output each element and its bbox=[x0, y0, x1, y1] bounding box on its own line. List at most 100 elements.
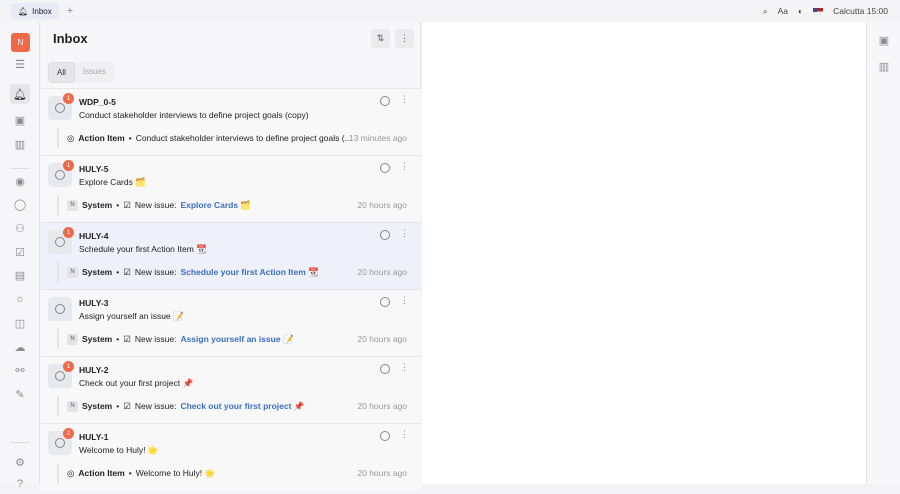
notification-message: N System • ☑ New issue: Check out your first … bbox=[57, 396, 415, 416]
inbox-panel: Inbox ⇅ ⋮ All Issues 1 WDP_0-5 Conduct s… bbox=[41, 22, 421, 490]
menu-icon[interactable]: ☰ bbox=[10, 54, 30, 74]
filter-settings-button[interactable]: ⇅ bbox=[371, 29, 390, 48]
team-icon[interactable]: ⚇ bbox=[10, 218, 30, 238]
timestamp: 20 hours ago bbox=[357, 468, 407, 478]
help-icon[interactable]: ? bbox=[10, 474, 30, 494]
issue-id: HULY-4 bbox=[79, 231, 109, 241]
item-more-button[interactable]: ⋮ bbox=[400, 295, 409, 306]
issue-checkbox-icon: ☑ bbox=[123, 199, 131, 210]
author-name: System bbox=[82, 267, 113, 277]
item-more-button[interactable]: ⋮ bbox=[400, 429, 409, 440]
issue-link[interactable]: Assign yourself an issue 📝 bbox=[180, 334, 293, 345]
theme-toggle-icon[interactable]: ◐ bbox=[798, 6, 803, 16]
issue-title: Schedule your first Action Item 📆 bbox=[79, 244, 207, 254]
author-avatar: N bbox=[67, 266, 78, 278]
issue-link[interactable]: Check out your first project 📌 bbox=[180, 401, 304, 412]
cloud-icon[interactable]: ☁ bbox=[10, 337, 30, 357]
unread-count-badge: 1 bbox=[63, 361, 74, 372]
issue-id: HULY-1 bbox=[79, 432, 109, 442]
author-name: System bbox=[82, 200, 113, 210]
item-type: Action Item bbox=[78, 468, 125, 478]
notification-message: ◎ Action Item • Welcome to Huly! 🌟 20 hours … bbox=[57, 463, 415, 483]
action-item-icon: ◎ bbox=[67, 467, 75, 478]
language-flag-icon[interactable] bbox=[813, 7, 824, 15]
inbox-item[interactable]: 1 HULY-5 Explore Cards 🗂️ ⋮ N System • ☑ New… bbox=[41, 155, 421, 222]
calendar-icon[interactable]: ▣ bbox=[874, 30, 894, 50]
settings-sliders-icon[interactable]: ⚙ bbox=[10, 452, 30, 472]
tab-inbox[interactable]: 🔔︎ Inbox bbox=[11, 3, 59, 19]
workspace-avatar[interactable]: N bbox=[11, 33, 30, 52]
more-options-button[interactable]: ⋮ bbox=[395, 29, 414, 48]
search-icon[interactable]: ⌕ bbox=[763, 6, 768, 17]
issue-title: Explore Cards 🗂️ bbox=[79, 177, 146, 187]
sun-icon[interactable]: ☼ bbox=[10, 289, 30, 309]
filter-tabs: All Issues bbox=[48, 62, 115, 83]
office-icon[interactable]: ▥ bbox=[874, 56, 894, 76]
issue-id: HULY-3 bbox=[79, 298, 109, 308]
inbox-item[interactable]: 1 HULY-4 Schedule your first Action Item… bbox=[41, 222, 421, 289]
detail-view bbox=[422, 22, 866, 484]
author-avatar: N bbox=[67, 333, 78, 345]
unread-count-badge: 1 bbox=[63, 93, 74, 104]
inbox-item[interactable]: 1 HULY-2 Check out your first project 📌 … bbox=[41, 356, 421, 423]
documents-icon[interactable]: ▤ bbox=[10, 265, 30, 285]
issue-link[interactable]: Schedule your first Action Item 📆 bbox=[180, 267, 318, 278]
chat-icon[interactable]: ◯ bbox=[10, 194, 30, 214]
edit-icon[interactable]: ✎ bbox=[10, 384, 30, 404]
message-text: Conduct stakeholder interviews to define… bbox=[135, 133, 352, 143]
mark-read-button[interactable] bbox=[380, 163, 390, 173]
office-icon[interactable]: ▥ bbox=[10, 134, 30, 154]
unread-count-badge: 2 bbox=[63, 428, 74, 439]
issue-id: HULY-5 bbox=[79, 164, 109, 174]
issue-link[interactable]: Explore Cards 🗂️ bbox=[180, 200, 251, 211]
notification-message: ◎ Action Item • Conduct stakeholder intervi… bbox=[57, 128, 415, 148]
timezone-label[interactable]: Calcutta bbox=[833, 6, 864, 16]
issue-checkbox-icon: ☑ bbox=[123, 333, 131, 344]
unread-count-badge: 1 bbox=[63, 227, 74, 238]
tasks-icon[interactable]: ☑ bbox=[10, 242, 30, 262]
timestamp: 20 hours ago bbox=[357, 267, 407, 277]
message-text: New issue: bbox=[134, 267, 177, 277]
filter-issues[interactable]: Issues bbox=[75, 62, 114, 83]
notification-message: N System • ☑ New issue: Explore Cards 🗂️ 20 ho… bbox=[57, 195, 415, 215]
message-text: New issue: bbox=[134, 334, 177, 344]
right-sidebar: ▣ ▥ bbox=[866, 22, 900, 484]
top-bar: 🔔︎ Inbox + ⌕ Aa ◐ Calcutta 15:00 bbox=[0, 0, 900, 22]
notification-message: N System • ☑ New issue: Schedule your first A… bbox=[57, 262, 415, 282]
author-avatar: N bbox=[67, 199, 78, 211]
item-more-button[interactable]: ⋮ bbox=[400, 228, 409, 239]
calendar-icon[interactable]: ▣ bbox=[10, 110, 30, 130]
app-sidebar: N ☰ 🔔︎ ▣ ▥ ◉ ◯ ⚇ ☑ ▤ ☼ ◫ ☁ ⚯ ✎ ⚙ ? bbox=[0, 22, 40, 490]
item-more-button[interactable]: ⋮ bbox=[400, 161, 409, 172]
timestamp: 20 hours ago bbox=[357, 200, 407, 210]
author-name: System bbox=[82, 401, 113, 411]
issue-id: WDP_0-5 bbox=[79, 97, 116, 107]
action-item-icon: ◎ bbox=[67, 132, 75, 143]
notification-message: N System • ☑ New issue: Assign yourself an is… bbox=[57, 329, 415, 349]
font-size-button[interactable]: Aa bbox=[778, 6, 788, 16]
author-name: System bbox=[82, 334, 113, 344]
contacts-icon[interactable]: ◉ bbox=[10, 171, 30, 191]
item-more-button[interactable]: ⋮ bbox=[400, 362, 409, 373]
inbox-item[interactable]: 1 WDP_0-5 Conduct stakeholder interviews… bbox=[41, 88, 421, 155]
clock: 15:00 bbox=[866, 6, 888, 16]
message-text: Welcome to Huly! 🌟 bbox=[135, 467, 216, 478]
mark-read-button[interactable] bbox=[380, 230, 390, 240]
inbox-item[interactable]: HULY-3 Assign yourself an issue 📝 ⋮ N Sys… bbox=[41, 289, 421, 356]
timestamp: 13 minutes ago bbox=[348, 133, 407, 143]
message-text: New issue: bbox=[134, 401, 177, 411]
mark-read-button[interactable] bbox=[380, 96, 390, 106]
mark-read-button[interactable] bbox=[380, 431, 390, 441]
knowledge-icon[interactable]: ◫ bbox=[10, 313, 30, 333]
inbox-bell-icon[interactable]: 🔔︎ bbox=[10, 84, 30, 104]
inbox-item[interactable]: 2 HULY-1 Welcome to Huly! 🌟 ⋮ ◎ Action It… bbox=[41, 423, 421, 490]
timestamp: 20 hours ago bbox=[357, 401, 407, 411]
filter-all[interactable]: All bbox=[48, 62, 75, 83]
page-title: Inbox bbox=[53, 31, 88, 46]
new-tab-button[interactable]: + bbox=[67, 5, 73, 17]
issue-checkbox-icon: ☑ bbox=[123, 266, 131, 277]
mark-read-button[interactable] bbox=[380, 297, 390, 307]
workflow-icon[interactable]: ⚯ bbox=[10, 360, 30, 380]
item-more-button[interactable]: ⋮ bbox=[400, 94, 409, 105]
mark-read-button[interactable] bbox=[380, 364, 390, 374]
